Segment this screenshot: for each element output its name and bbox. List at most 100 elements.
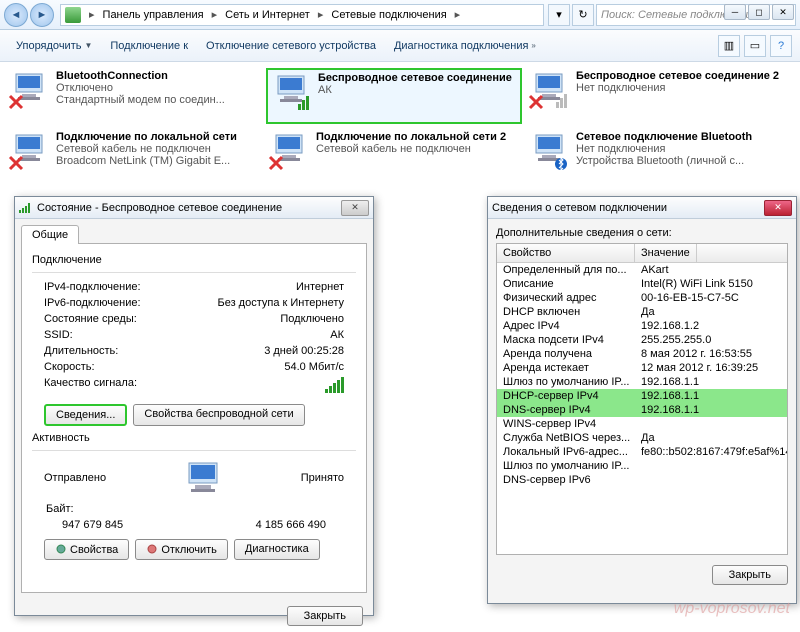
details-dialog-title: Сведения о сетевом подключении <box>492 202 764 214</box>
breadcrumb-control-panel[interactable]: Панель управления <box>99 9 208 21</box>
status-dialog-close[interactable]: ✕ <box>341 200 369 216</box>
property-name: Служба NetBIOS через... <box>497 432 635 444</box>
tab-general[interactable]: Общие <box>21 225 79 244</box>
property-name: DHCP включен <box>497 306 635 318</box>
bytes-received-value: 4 185 666 490 <box>256 519 326 531</box>
breadcrumb-network-connections[interactable]: Сетевые подключения <box>327 9 450 21</box>
property-name: WINS-сервер IPv4 <box>497 418 635 430</box>
connection-item[interactable]: Беспроводное сетевое соединениеАК <box>266 68 522 124</box>
sent-label: Отправлено <box>44 472 106 484</box>
connection-status: АК <box>318 84 518 96</box>
properties-table: Свойство Значение Определенный для по...… <box>496 243 788 555</box>
status-close-button[interactable]: Закрыть <box>287 606 363 626</box>
disable-button[interactable]: Отключить <box>135 539 228 560</box>
received-label: Принято <box>301 472 344 484</box>
connection-icon <box>270 72 312 114</box>
connection-icon <box>8 70 50 112</box>
wireless-properties-button[interactable]: Свойства беспроводной сети <box>133 404 304 426</box>
signal-icon <box>19 203 30 213</box>
property-row[interactable]: Служба NetBIOS через...Да <box>497 431 787 445</box>
property-name: Шлюз по умолчанию IP... <box>497 376 635 388</box>
connect-to-menu[interactable]: Подключение к <box>102 36 196 56</box>
property-row[interactable]: Аренда истекает12 мая 2012 г. 16:39:25 <box>497 361 787 375</box>
refresh-button[interactable]: ↻ <box>572 4 594 26</box>
property-value <box>635 474 787 486</box>
column-property[interactable]: Свойство <box>497 244 635 262</box>
disable-device-button[interactable]: Отключение сетевого устройства <box>198 36 384 56</box>
property-row[interactable]: DHCP включенДа <box>497 305 787 319</box>
connection-icon <box>528 70 570 112</box>
property-value: 12 мая 2012 г. 16:39:25 <box>635 362 787 374</box>
status-dialog: Состояние - Беспроводное сетевое соедине… <box>14 196 374 616</box>
property-name: DHCP-сервер IPv4 <box>497 390 635 402</box>
connection-status: Сетевой кабель не подключен <box>316 143 520 155</box>
property-name: Определенный для по... <box>497 264 635 276</box>
group-activity-label: Активность <box>32 432 356 444</box>
diagnose-connection-button[interactable]: Диагностика подключения» <box>386 36 544 56</box>
connection-status: Сетевой кабель не подключен <box>56 143 260 155</box>
property-value: AKart <box>635 264 787 276</box>
connection-name: Беспроводное сетевое соединение 2 <box>576 70 780 82</box>
dropdown-history-button[interactable]: ▾ <box>548 4 570 26</box>
maximize-button[interactable]: ◻ <box>748 4 770 20</box>
property-row[interactable]: DNS-сервер IPv6 <box>497 473 787 487</box>
property-value <box>635 418 787 430</box>
organize-menu[interactable]: Упорядочить▼ <box>8 36 100 56</box>
connection-item[interactable]: BluetoothConnectionОтключеноСтандартный … <box>6 68 262 124</box>
property-name: Физический адрес <box>497 292 635 304</box>
signal-bars <box>325 377 344 393</box>
property-value: fe80::b502:8167:479f:e5af%14 <box>635 446 787 458</box>
connection-item[interactable]: Подключение по локальной сети 2Сетевой к… <box>266 129 522 185</box>
connection-icon <box>8 131 50 173</box>
connection-status: Нет подключения <box>576 143 780 155</box>
connection-item[interactable]: Подключение по локальной сетиСетевой каб… <box>6 129 262 185</box>
property-row[interactable]: Шлюз по умолчанию IP... <box>497 459 787 473</box>
column-value[interactable]: Значение <box>635 244 697 262</box>
connection-item[interactable]: Беспроводное сетевое соединение 2Нет под… <box>526 68 782 124</box>
diagnose-button[interactable]: Диагностика <box>234 539 320 560</box>
property-row[interactable]: ОписаниеIntel(R) WiFi Link 5150 <box>497 277 787 291</box>
property-row[interactable]: Аренда получена8 мая 2012 г. 16:53:55 <box>497 347 787 361</box>
connection-name: Подключение по локальной сети <box>56 131 260 143</box>
connection-icon <box>528 131 570 173</box>
details-subtitle: Дополнительные сведения о сети: <box>496 227 788 239</box>
properties-button[interactable]: Свойства <box>44 539 129 560</box>
connection-name: Подключение по локальной сети 2 <box>316 131 520 143</box>
status-dialog-title: Состояние - Беспроводное сетевое соедине… <box>37 202 282 214</box>
property-value: 192.168.1.1 <box>635 376 787 388</box>
help-button[interactable]: ? <box>770 35 792 57</box>
property-row[interactable]: DNS-сервер IPv4192.168.1.1 <box>497 403 787 417</box>
close-window-button[interactable]: ✕ <box>772 4 794 20</box>
property-row[interactable]: Физический адрес00-16-EB-15-C7-5C <box>497 291 787 305</box>
breadcrumb-network-internet[interactable]: Сеть и Интернет <box>221 9 314 21</box>
back-button[interactable]: ◄ <box>4 3 28 27</box>
property-row[interactable]: Адрес IPv4192.168.1.2 <box>497 319 787 333</box>
property-row[interactable]: WINS-сервер IPv4 <box>497 417 787 431</box>
preview-pane-button[interactable]: ▭ <box>744 35 766 57</box>
property-name: DNS-сервер IPv6 <box>497 474 635 486</box>
property-row[interactable]: Маска подсети IPv4255.255.255.0 <box>497 333 787 347</box>
details-dialog-close[interactable]: ✕ <box>764 200 792 216</box>
property-value <box>635 460 787 472</box>
property-row[interactable]: Шлюз по умолчанию IP...192.168.1.1 <box>497 375 787 389</box>
property-name: DNS-сервер IPv4 <box>497 404 635 416</box>
property-row[interactable]: Локальный IPv6-адрес...fe80::b502:8167:4… <box>497 445 787 459</box>
property-row[interactable]: DHCP-сервер IPv4192.168.1.1 <box>497 389 787 403</box>
property-value: 192.168.1.1 <box>635 404 787 416</box>
details-button[interactable]: Сведения... <box>44 404 127 426</box>
activity-icon <box>177 457 229 499</box>
property-value: 255.255.255.0 <box>635 334 787 346</box>
view-options-button[interactable]: ▥ <box>718 35 740 57</box>
property-value: 192.168.1.1 <box>635 390 787 402</box>
details-close-button[interactable]: Закрыть <box>712 565 788 585</box>
property-row[interactable]: Определенный для по...AKart <box>497 263 787 277</box>
forward-button[interactable]: ► <box>30 3 54 27</box>
property-value: Да <box>635 306 787 318</box>
connection-name: Сетевое подключение Bluetooth <box>576 131 780 143</box>
property-name: Аренда получена <box>497 348 635 360</box>
connection-name: BluetoothConnection <box>56 70 260 82</box>
connection-device: Broadcom NetLink (TM) Gigabit E... <box>56 155 260 167</box>
connection-item[interactable]: Сетевое подключение BluetoothНет подключ… <box>526 129 782 185</box>
minimize-button[interactable]: ─ <box>724 4 746 20</box>
address-bar[interactable]: ▸ Панель управления ▸ Сеть и Интернет ▸ … <box>60 4 544 26</box>
